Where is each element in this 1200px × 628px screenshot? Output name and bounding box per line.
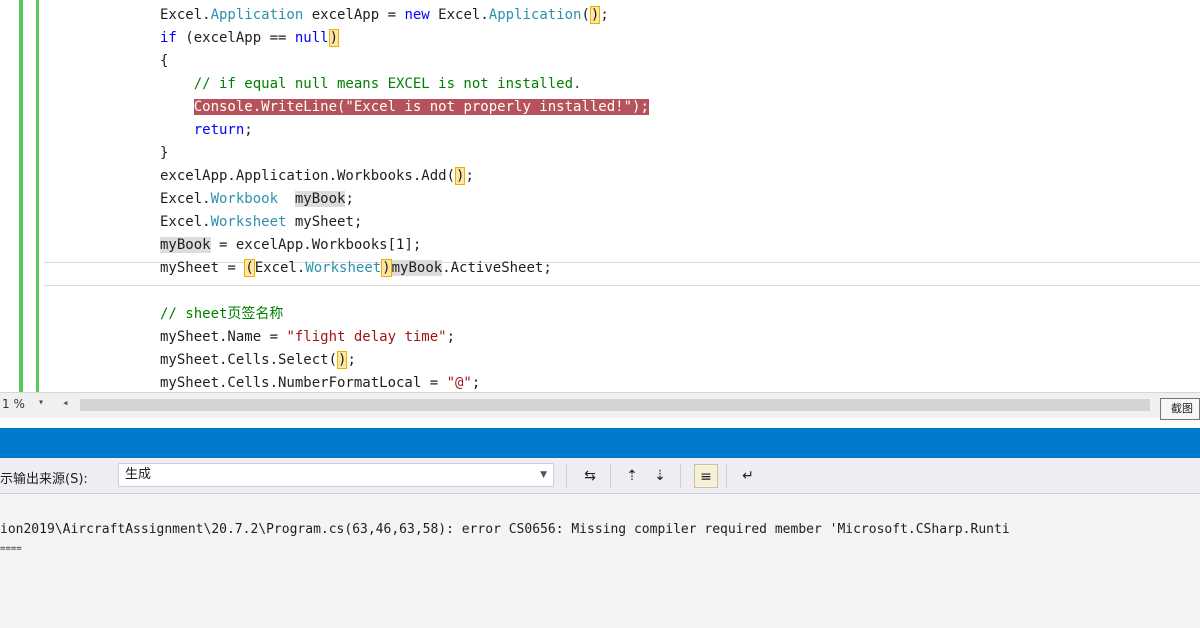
scroll-left-icon[interactable]: ◂ <box>62 396 69 409</box>
toolbar-separator <box>566 464 567 488</box>
code-line[interactable]: Excel.Worksheet mySheet; <box>160 211 649 234</box>
code-token: (excelApp == <box>176 30 295 46</box>
code-token: Workbook <box>210 191 279 207</box>
code-token: = excelApp.Workbooks[1]; <box>210 237 422 253</box>
code-token: Application <box>488 7 582 23</box>
code-token: ( <box>244 259 255 277</box>
code-line[interactable]: } <box>160 142 649 165</box>
go-to-previous-message-icon[interactable]: ⇡ <box>620 464 644 488</box>
output-source-value: 生成 <box>125 467 152 482</box>
code-line[interactable]: { <box>160 50 649 73</box>
toolbar-separator <box>680 464 681 488</box>
code-token: myBook <box>391 260 443 276</box>
code-token: ; <box>347 352 356 368</box>
code-line[interactable]: Excel.Application excelApp = new Excel.A… <box>160 4 649 27</box>
code-token: Console.WriteLine("Excel is not properly… <box>193 99 649 115</box>
code-line[interactable]: myBook = excelApp.Workbooks[1]; <box>160 234 649 257</box>
code-token: mySheet.Name = <box>160 329 287 345</box>
clear-all-icon[interactable]: ≡ <box>694 464 718 488</box>
code-line[interactable]: if (excelApp == null) <box>160 27 649 50</box>
code-token: Application <box>210 7 304 23</box>
code-token: ) <box>337 351 348 369</box>
code-token: return <box>193 122 245 138</box>
code-token: if <box>160 30 177 46</box>
code-token: ) <box>328 29 340 47</box>
code-token: ) <box>455 167 466 185</box>
code-line[interactable]: // sheet页签名称 <box>160 303 649 326</box>
code-token: .ActiveSheet; <box>442 260 552 276</box>
output-text-area[interactable]: ion2019\AircraftAssignment\20.7.2\Progra… <box>0 494 1200 628</box>
code-token: Worksheet <box>305 260 382 276</box>
go-to-next-message-icon[interactable]: ⇣ <box>648 464 672 488</box>
code-token: myBook <box>294 191 346 207</box>
screenshot-tooltip: 截图 <box>1160 398 1200 420</box>
code-token: // if equal null means EXCEL is not inst… <box>160 76 582 92</box>
editor-horizontal-scrollbar[interactable]: 1 % ▾ ◂ <box>0 392 1200 418</box>
code-token: ; <box>446 329 456 345</box>
code-token: Worksheet <box>210 214 287 230</box>
find-message-in-code-icon[interactable]: ⇆ <box>578 464 602 488</box>
code-token: // sheet页签名称 <box>160 306 284 322</box>
code-token: { <box>160 53 169 69</box>
output-error-line: ion2019\AircraftAssignment\20.7.2\Progra… <box>0 522 1010 537</box>
code-token: mySheet.Cells.Select( <box>160 352 338 368</box>
code-token: mySheet; <box>286 214 363 230</box>
code-line[interactable]: mySheet.Cells.Select(); <box>160 349 649 372</box>
code-token: mySheet = <box>160 260 245 276</box>
code-token: Excel. <box>160 191 211 207</box>
code-token: Excel. <box>254 260 306 276</box>
output-panel-title-bar <box>0 428 1200 458</box>
code-token: Excel. <box>160 7 211 23</box>
code-token: excelApp.Application.Workbooks.Add( <box>160 168 456 184</box>
code-token: excelApp = <box>303 7 405 23</box>
code-line[interactable]: // if equal null means EXCEL is not inst… <box>160 73 649 96</box>
code-token: ) <box>589 6 601 24</box>
code-token: ) <box>381 259 392 277</box>
code-token: ; <box>345 191 354 207</box>
toolbar-separator <box>610 464 611 488</box>
code-token: "@" <box>446 375 472 391</box>
chevron-down-icon: ▼ <box>540 470 547 480</box>
code-token: ( <box>581 7 590 23</box>
code-token: ; <box>600 7 609 23</box>
zoom-level[interactable]: 1 % <box>2 397 25 411</box>
code-token: null <box>294 30 329 46</box>
change-tracking-bar <box>19 0 23 392</box>
output-toolbar: 示输出来源(S): 生成 ▼ ⇆ ⇡ ⇣ ≡ ↵ <box>0 458 1200 494</box>
zoom-dropdown-icon[interactable]: ▾ <box>38 397 44 408</box>
code-lines[interactable]: Excel.Application excelApp = new Excel.A… <box>160 4 649 392</box>
change-tracking-bar-secondary <box>36 0 39 392</box>
toolbar-separator <box>726 464 727 488</box>
code-editor[interactable]: Excel.Application excelApp = new Excel.A… <box>0 0 1200 392</box>
output-source-label: 示输出来源(S): <box>0 472 88 487</box>
output-source-select[interactable]: 生成 ▼ <box>118 463 554 487</box>
code-token: ; <box>471 375 481 391</box>
code-token: mySheet.Cells.NumberFormatLocal = <box>160 375 447 391</box>
code-line[interactable]: Console.WriteLine("Excel is not properly… <box>160 96 649 119</box>
code-line[interactable] <box>160 280 649 303</box>
toggle-word-wrap-icon[interactable]: ↵ <box>736 464 760 488</box>
code-token: } <box>160 145 169 161</box>
output-line: ==== <box>0 544 22 554</box>
code-token: Excel. <box>160 214 211 230</box>
code-line[interactable]: Excel.Workbook myBook; <box>160 188 649 211</box>
code-line[interactable]: excelApp.Application.Workbooks.Add(); <box>160 165 649 188</box>
code-token: ; <box>465 168 474 184</box>
code-token: Excel. <box>429 7 489 23</box>
scroll-thumb[interactable] <box>80 399 1150 411</box>
code-line[interactable]: return; <box>160 119 649 142</box>
code-line[interactable]: mySheet.Name = "flight delay time"; <box>160 326 649 349</box>
code-token: new <box>404 7 430 23</box>
code-line[interactable]: mySheet = (Excel.Worksheet)myBook.Active… <box>160 257 649 280</box>
code-token: ; <box>244 122 253 138</box>
code-token: myBook <box>160 237 211 253</box>
code-token: "flight delay time" <box>286 329 447 345</box>
code-line[interactable]: mySheet.Cells.NumberFormatLocal = "@"; <box>160 372 649 392</box>
